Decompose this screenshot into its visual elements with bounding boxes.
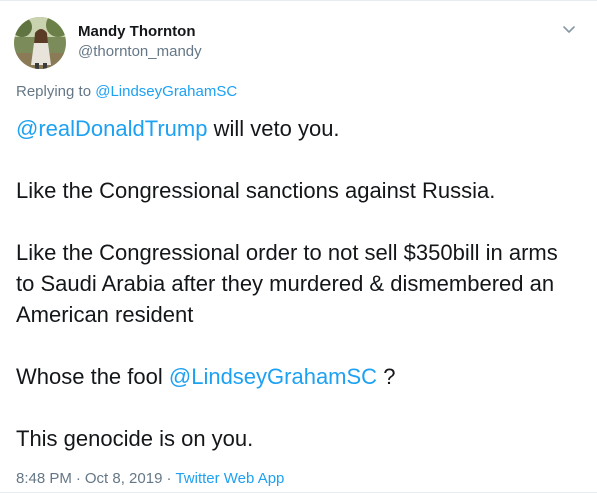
tweet-paragraph: @realDonaldTrump will veto you. — [16, 113, 581, 144]
author-handle[interactable]: @thornton_mandy — [78, 43, 202, 60]
replying-to-label: Replying to — [16, 83, 92, 100]
tweet-paragraph: Whose the fool @LindseyGrahamSC ? — [16, 361, 581, 392]
tweet-text: @realDonaldTrump will veto you. Like the… — [16, 113, 581, 454]
tweet-card: Mandy Thornton @thornton_mandy Replying … — [0, 0, 597, 493]
separator-dot: · — [75, 470, 81, 487]
tweet-meta: 8:48 PM · Oct 8, 2019 · Twitter Web App — [16, 470, 284, 487]
tweet-paragraph: Like the Congressional order to not sell… — [16, 240, 558, 327]
tweet-paragraph: This genocide is on you. — [16, 426, 254, 451]
replying-to: Replying to @LindseyGrahamSC — [16, 83, 237, 100]
tweet-text-segment: will veto you. — [207, 116, 340, 141]
separator-dot: · — [166, 470, 172, 487]
avatar-photo — [14, 17, 66, 69]
replying-to-link[interactable]: @LindseyGrahamSC — [95, 83, 237, 100]
tweet-paragraph: Like the Congressional sanctions against… — [16, 178, 496, 203]
tweet-text-segment: Whose the fool — [16, 364, 169, 389]
tweet-time[interactable]: 8:48 PM — [16, 470, 72, 487]
mention-link[interactable]: @LindseyGrahamSC — [169, 364, 377, 389]
mention-link[interactable]: @realDonaldTrump — [16, 116, 207, 141]
chevron-down-icon[interactable] — [559, 19, 579, 39]
author-name[interactable]: Mandy Thornton — [78, 23, 195, 40]
tweet-text-segment: ? — [377, 364, 396, 389]
tweet-date[interactable]: Oct 8, 2019 — [85, 470, 163, 487]
avatar[interactable] — [14, 17, 66, 69]
tweet-source-link[interactable]: Twitter Web App — [175, 470, 284, 487]
